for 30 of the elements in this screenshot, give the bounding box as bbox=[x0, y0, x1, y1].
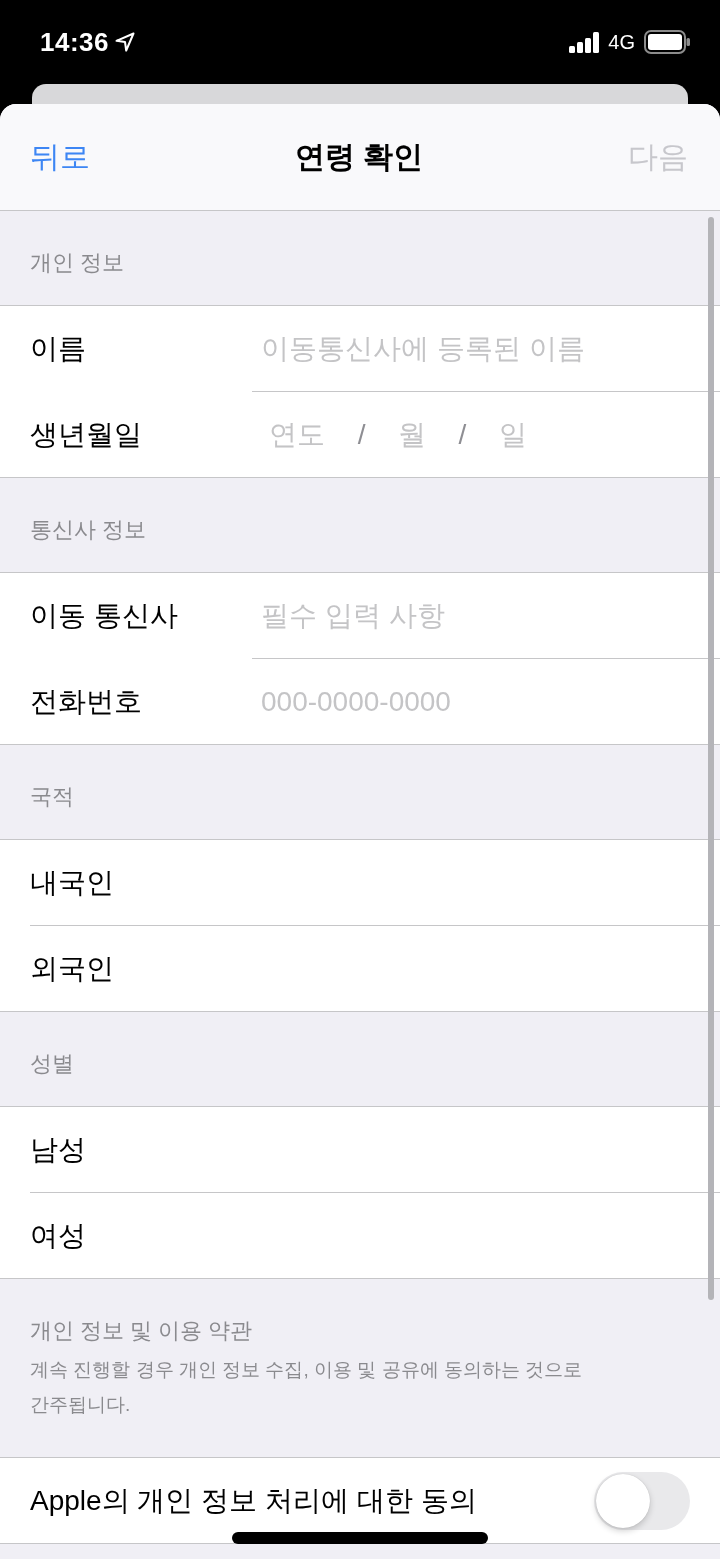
toggle-label: Apple의 개인 정보 처리에 대한 동의 bbox=[30, 1483, 478, 1518]
month-field[interactable]: 월 bbox=[389, 414, 435, 455]
field-label: 이동 통신사 bbox=[30, 598, 179, 633]
section-note: 계속 진행할 경우 개인 정보 수집, 이용 및 공유에 동의하는 것으로 간주됩니다. bbox=[30, 1358, 584, 1417]
date-separator: / bbox=[458, 418, 467, 451]
network-type: 4G bbox=[608, 30, 635, 54]
field-label: 생년월일 bbox=[30, 417, 143, 452]
location-arrow-icon bbox=[115, 32, 135, 52]
option-row[interactable]: 남성 bbox=[0, 1107, 720, 1192]
section-header: 개인 정보 bbox=[30, 249, 126, 277]
option-row[interactable]: 외국인 bbox=[0, 926, 720, 1011]
consent-toggle[interactable] bbox=[594, 1471, 690, 1530]
input-field[interactable]: 필수 입력 사항 bbox=[261, 595, 690, 636]
date-separator: / bbox=[357, 418, 366, 451]
field-label: 이름 bbox=[30, 331, 87, 366]
section-header: 개인 정보 및 이용 약관 bbox=[30, 1317, 254, 1345]
option-row[interactable]: 여성 bbox=[0, 1193, 720, 1278]
field-label: 전화번호 bbox=[30, 684, 143, 719]
section-header: 국적 bbox=[30, 783, 75, 811]
year-field[interactable]: 연도 bbox=[261, 414, 334, 455]
section-header: 성별 bbox=[30, 1050, 75, 1078]
battery-icon bbox=[644, 30, 690, 54]
input-field[interactable]: 000-0000-0000 bbox=[261, 681, 690, 722]
status-time: 14:36 bbox=[40, 26, 109, 58]
signal-icon bbox=[569, 31, 600, 53]
day-field[interactable]: 일 bbox=[490, 414, 535, 455]
nav-title: 연령 확인 bbox=[294, 138, 424, 175]
input-field[interactable]: 이동통신사에 등록된 이름 bbox=[261, 328, 690, 369]
section-header: 통신사 정보 bbox=[30, 516, 148, 544]
option-row[interactable]: 내국인 bbox=[0, 840, 720, 925]
